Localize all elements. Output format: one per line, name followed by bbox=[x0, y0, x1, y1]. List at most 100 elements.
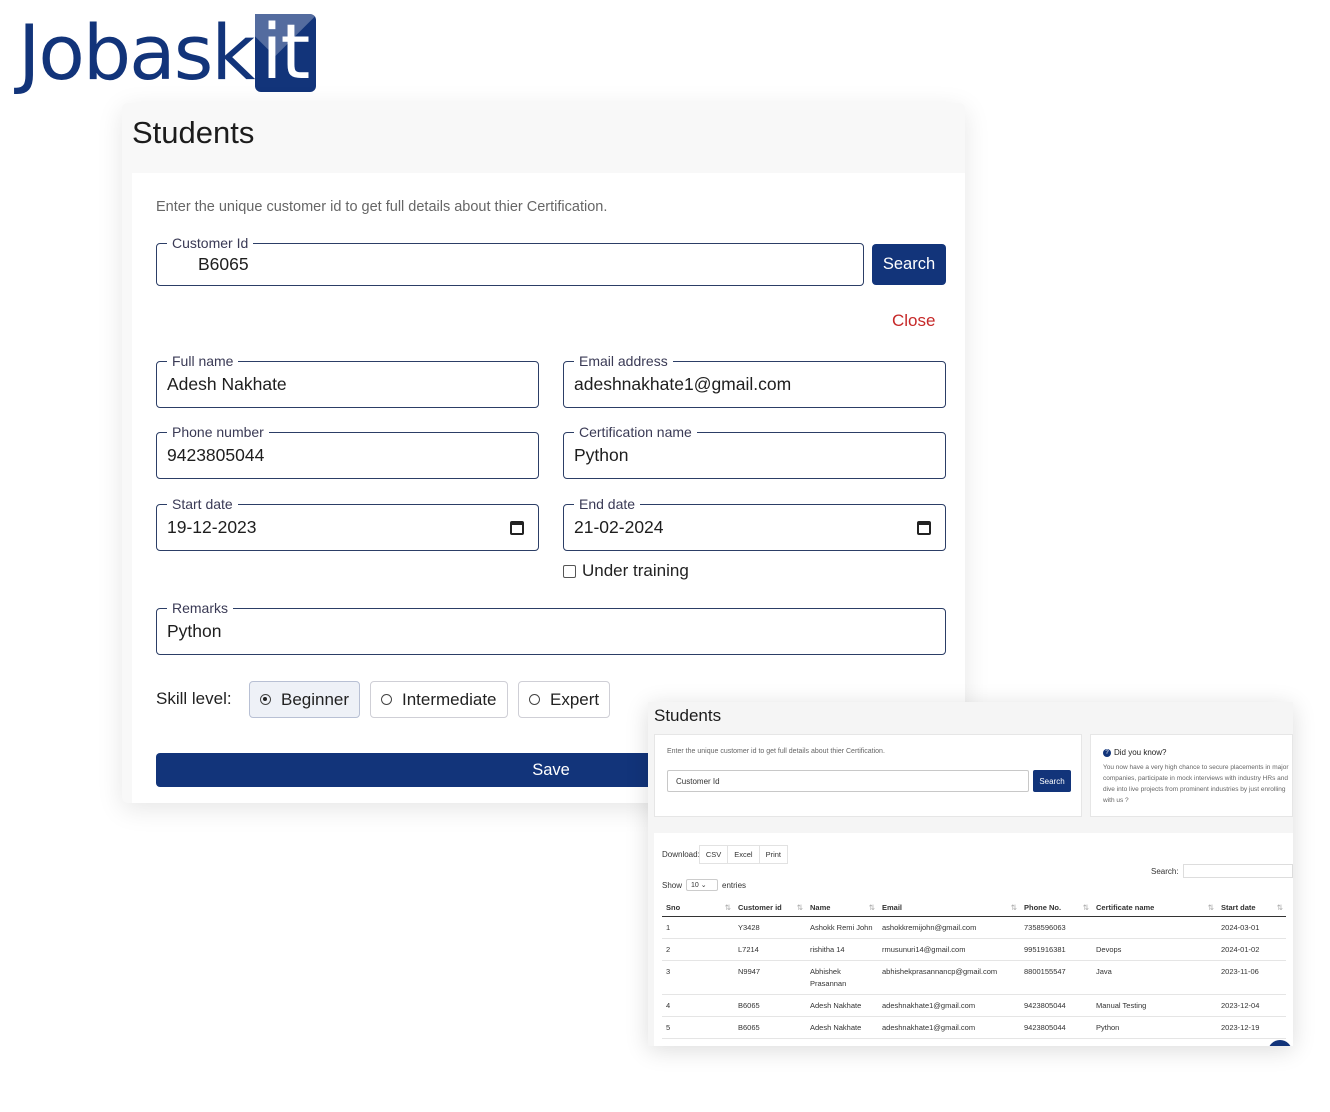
table-cell: Adesh Nakhate bbox=[806, 994, 878, 1017]
table-cell: Python bbox=[1092, 1016, 1217, 1039]
skill-level-label: Skill level: bbox=[156, 689, 232, 708]
table-cell: ashokkremijohn@gmail.com bbox=[878, 916, 1020, 939]
jobaskit-logo: Jobask it bbox=[18, 10, 317, 96]
table-search-label: Search: bbox=[1151, 866, 1179, 876]
column-label: Name bbox=[810, 903, 831, 912]
column-label: Customer id bbox=[738, 903, 782, 912]
table-cell: 2023-12-19 bbox=[1217, 1016, 1286, 1039]
column-header[interactable]: Start date ⇅ bbox=[1217, 899, 1286, 917]
remarks-value[interactable]: Python bbox=[167, 609, 221, 654]
phone-field[interactable]: Phone number 9423805044 bbox=[156, 423, 539, 479]
table-cell: 2024-01-02 bbox=[1217, 938, 1286, 961]
table-cell: Devops bbox=[1092, 938, 1217, 961]
table-cell: 2023-12-04 bbox=[1217, 994, 1286, 1017]
table-header-row: Sno ⇅ Customer id ⇅ Name ⇅ Email ⇅ Phone No.… bbox=[662, 899, 1286, 917]
table-cell: 3 bbox=[662, 960, 734, 995]
table-cell: Abhishek Prasannan bbox=[806, 960, 878, 995]
list-page-title: Students bbox=[654, 706, 722, 725]
question-icon: ? bbox=[1103, 748, 1111, 757]
start-date-field[interactable]: Start date 19-12-2023 bbox=[156, 495, 539, 551]
lookup-panel: Enter the unique customer id to get full… bbox=[654, 734, 1082, 817]
students-table-panel: Download: CSV Excel Print Search: Show 1… bbox=[654, 833, 1293, 1046]
table-cell: rishitha 14 bbox=[806, 938, 878, 961]
sort-icon[interactable]: ⇅ bbox=[1208, 903, 1214, 912]
phone-value[interactable]: 9423805044 bbox=[167, 433, 264, 478]
end-date-value[interactable]: 21-02-2024 bbox=[574, 505, 664, 550]
table-search: Search: bbox=[1151, 864, 1293, 878]
skill-beginner-radio[interactable]: Beginner bbox=[249, 681, 361, 718]
skill-expert-radio[interactable]: Expert bbox=[518, 681, 611, 718]
did-you-know-panel: ? Did you know? You now have a very high… bbox=[1090, 734, 1293, 817]
radio-icon[interactable] bbox=[529, 694, 540, 705]
sort-icon[interactable]: ⇅ bbox=[797, 903, 803, 912]
table-cell: L7214 bbox=[734, 938, 806, 961]
sort-icon[interactable]: ⇅ bbox=[1277, 903, 1283, 912]
email-field[interactable]: Email address adeshnakhate1@gmail.com bbox=[563, 352, 946, 408]
page-length-select[interactable]: 10 ⌄ bbox=[686, 879, 719, 891]
table-cell: adeshnakhate1@gmail.com bbox=[878, 994, 1020, 1017]
under-training-label: Under training bbox=[582, 561, 689, 580]
page-title: Students bbox=[132, 115, 255, 150]
table-cell: 2 bbox=[662, 938, 734, 961]
email-value[interactable]: adeshnakhate1@gmail.com bbox=[574, 362, 791, 407]
skill-intermediate-radio[interactable]: Intermediate bbox=[370, 681, 508, 718]
search-button[interactable]: Search bbox=[872, 244, 946, 285]
table-cell: 2023-11-06 bbox=[1217, 960, 1286, 995]
remarks-field[interactable]: Remarks Python bbox=[156, 599, 946, 655]
table-cell: 1 bbox=[662, 916, 734, 939]
print-button[interactable]: Print bbox=[758, 845, 788, 864]
certification-value[interactable]: Python bbox=[574, 433, 628, 478]
under-training-checkbox[interactable]: Under training bbox=[563, 561, 689, 581]
sort-icon[interactable]: ⇅ bbox=[725, 903, 731, 912]
download-bar: Download: CSV Excel Print bbox=[662, 845, 788, 864]
column-label: Start date bbox=[1221, 903, 1256, 912]
column-header[interactable]: Certificate name ⇅ bbox=[1092, 899, 1217, 917]
sort-icon[interactable]: ⇅ bbox=[1083, 903, 1089, 912]
table-cell: N9947 bbox=[734, 960, 806, 995]
calendar-icon[interactable] bbox=[510, 520, 524, 535]
table-cell: Manual Testing bbox=[1092, 994, 1217, 1017]
customer-id-value[interactable]: B6065 bbox=[198, 244, 249, 285]
students-list-card: Students Enter the unique customer id to… bbox=[648, 702, 1293, 1046]
table-cell: abhishekprasannancp@gmail.com bbox=[878, 960, 1020, 995]
customer-id-field[interactable]: Customer Id B6065 bbox=[156, 234, 864, 286]
start-date-value[interactable]: 19-12-2023 bbox=[167, 505, 257, 550]
full-name-value[interactable]: Adesh Nakhate bbox=[167, 362, 287, 407]
column-label: Sno bbox=[666, 903, 681, 912]
excel-button[interactable]: Excel bbox=[727, 845, 760, 864]
page-length-control: Show 10 ⌄ entries bbox=[662, 879, 746, 891]
table-row: 1 Y3428 Ashokk Remi John ashokkremijohn@… bbox=[662, 916, 1286, 939]
table-cell: rmusunuri14@gmail.com bbox=[878, 938, 1020, 961]
csv-button[interactable]: CSV bbox=[698, 845, 729, 864]
table-cell bbox=[1092, 916, 1217, 939]
column-header[interactable]: Phone No. ⇅ bbox=[1020, 899, 1092, 917]
skill-option-label: Beginner bbox=[281, 689, 350, 709]
download-label: Download: bbox=[662, 850, 700, 859]
table-row: 3 N9947 Abhishek Prasannan abhishekprasa… bbox=[662, 960, 1286, 995]
table-cell: B6065 bbox=[734, 1016, 806, 1039]
table-search-input[interactable] bbox=[1182, 864, 1293, 878]
lookup-search-button[interactable]: Search bbox=[1033, 770, 1071, 792]
full-name-field[interactable]: Full name Adesh Nakhate bbox=[156, 352, 539, 408]
end-date-field[interactable]: End date 21-02-2024 bbox=[563, 495, 946, 551]
sort-icon[interactable]: ⇅ bbox=[869, 903, 875, 912]
calendar-icon[interactable] bbox=[917, 520, 931, 535]
column-header[interactable]: Sno ⇅ bbox=[662, 899, 734, 917]
column-header[interactable]: Email ⇅ bbox=[878, 899, 1020, 917]
radio-selected-icon[interactable] bbox=[260, 694, 271, 705]
lookup-hint: Enter the unique customer id to get full… bbox=[667, 748, 885, 755]
did-you-know-heading: Did you know? bbox=[1114, 748, 1167, 757]
table-cell: Ashokk Remi John bbox=[806, 916, 878, 939]
column-header[interactable]: Name ⇅ bbox=[806, 899, 878, 917]
table-cell: 8800155547 bbox=[1020, 960, 1092, 995]
customer-id-input[interactable]: Customer Id bbox=[667, 770, 1029, 792]
radio-icon[interactable] bbox=[381, 694, 392, 705]
certification-field[interactable]: Certification name Python bbox=[563, 423, 946, 479]
table-cell: adeshnakhate1@gmail.com bbox=[878, 1016, 1020, 1039]
sort-icon[interactable]: ⇅ bbox=[1011, 903, 1017, 912]
close-button[interactable]: Close bbox=[892, 311, 935, 331]
column-label: Email bbox=[882, 903, 903, 912]
column-header[interactable]: Customer id ⇅ bbox=[734, 899, 806, 917]
checkbox-square[interactable] bbox=[563, 564, 576, 578]
skill-option-label: Expert bbox=[550, 689, 600, 709]
